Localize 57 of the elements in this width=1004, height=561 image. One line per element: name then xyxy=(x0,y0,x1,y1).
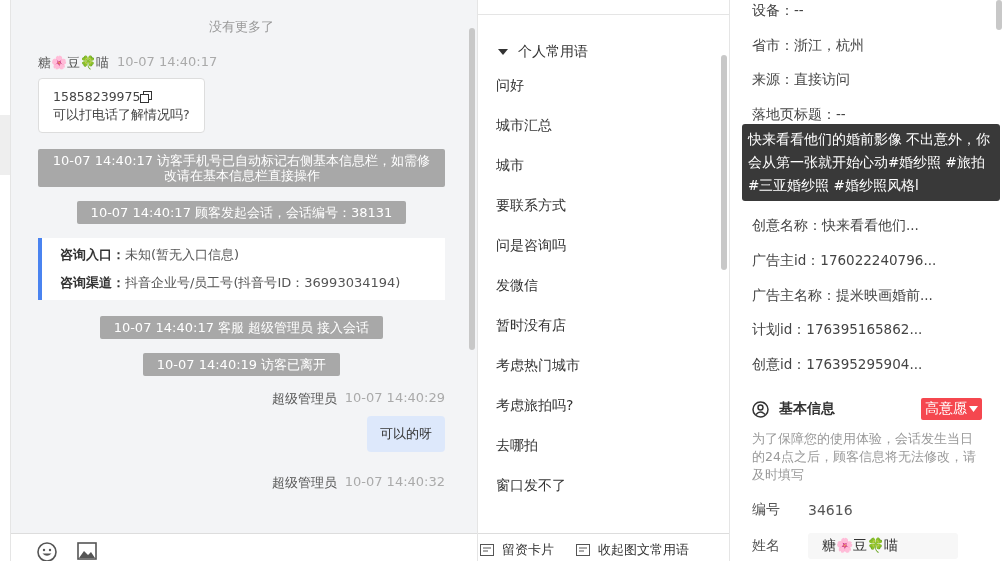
field-label: 姓名 xyxy=(752,537,781,556)
phrase-item[interactable]: 考虑旅拍吗? xyxy=(496,395,711,435)
message-time: 10-07 14:40:32 xyxy=(344,474,445,491)
user-icon xyxy=(752,400,769,418)
phrase-item[interactable]: 发微信 xyxy=(496,275,711,315)
section-title: 基本信息 xyxy=(779,400,835,419)
phrase-item[interactable]: 要联系方式 xyxy=(496,195,711,235)
phrase-item[interactable]: 城市汇总 xyxy=(496,115,711,155)
sender-name: 超级管理员 xyxy=(271,474,337,492)
info-label: 咨询入口： xyxy=(60,246,125,264)
phrase-item[interactable]: 暂时没有店 xyxy=(496,315,711,355)
info-row-text: 来源：直接访问 xyxy=(752,70,851,90)
info-row-text: 设备：-- xyxy=(752,1,805,20)
sender-name: 超级管理员 xyxy=(271,390,337,408)
info-row-text: 省市：浙江，杭州 xyxy=(752,35,865,55)
message-time: 10-07 14:40:17 xyxy=(117,54,218,71)
copy-icon[interactable] xyxy=(140,91,153,103)
phrase-group-toggle[interactable]: 个人常用语 xyxy=(498,43,711,61)
info-row-text: 创意名称：快来看看他们... xyxy=(752,216,920,236)
info-row-text: 计划id：176395165862... xyxy=(752,320,924,340)
caret-icon xyxy=(498,48,508,56)
system-notice: 10-07 14:40:17 访客手机号已自动标记右侧基本信息栏，如需修改请在基本信息栏直接操作 xyxy=(38,149,445,187)
no-more-label: 没有更多了 xyxy=(208,18,275,36)
system-notice: 10-07 14:40:19 访客已离开 xyxy=(142,353,341,376)
phrase-item[interactable]: 城市 xyxy=(496,155,711,195)
phrase-item[interactable]: 窗口发不了 xyxy=(496,475,711,515)
caret-icon xyxy=(969,406,978,413)
info-label: 咨询渠道： xyxy=(60,274,125,292)
info-row-text: 广告主id：176022240796... xyxy=(752,250,938,270)
intent-dropdown[interactable]: 高意愿 xyxy=(921,398,982,421)
image-icon[interactable] xyxy=(77,542,97,560)
document-icon xyxy=(480,544,494,556)
message-time: 10-07 14:40:29 xyxy=(344,390,445,407)
phrase-item[interactable]: 问好 xyxy=(496,75,711,115)
phone-number: 15858239975 xyxy=(53,88,141,106)
phrase-item[interactable]: 问是咨询吗 xyxy=(496,235,711,275)
notice-text: 为了保障您的使用体验，会话发生当日的24点之后，顾客信息将无法修改，请及时填写 xyxy=(752,430,977,485)
info-value: 未知(暂无入口信息) xyxy=(125,246,240,264)
phrase-action[interactable]: 留资卡片 xyxy=(480,539,554,561)
sender-name: 糖🌸豆🍀喵 xyxy=(38,54,109,72)
field-value: 34616 xyxy=(808,502,853,519)
system-notice: 10-07 14:40:17 客服 超级管理员 接入会话 xyxy=(99,316,384,339)
phrase-action[interactable]: 收起图文常用语 xyxy=(576,539,689,561)
name-field[interactable]: 糖🌸豆🍀喵 xyxy=(808,533,958,560)
info-row-text: 创意id：176395295904... xyxy=(752,354,924,374)
info-value: 抖音企业号/员工号(抖音号ID：36993034194) xyxy=(125,274,401,292)
phrase-item[interactable]: 去哪拍 xyxy=(496,435,711,475)
phrase-item[interactable]: 考虑热门城市 xyxy=(496,355,711,395)
info-row-text: 广告主名称：提米映画婚前... xyxy=(752,285,934,305)
field-label: 编号 xyxy=(752,501,781,520)
scrollbar xyxy=(996,0,1002,30)
message-text: 可以打电话了解情况吗? xyxy=(53,106,190,124)
message-bubble: 可以的呀 xyxy=(367,416,445,452)
emoji-icon[interactable] xyxy=(37,542,57,561)
document-icon xyxy=(576,544,590,556)
system-notice: 10-07 14:40:17 顾客发起会话，会话编号：38131 xyxy=(76,201,407,224)
tooltip: 快来看看他们的婚前影像 不出意外，你会从第一张就开始心动#婚纱照 #旅拍 #三亚婚纱照 #婚纱照风格l xyxy=(742,124,1000,202)
